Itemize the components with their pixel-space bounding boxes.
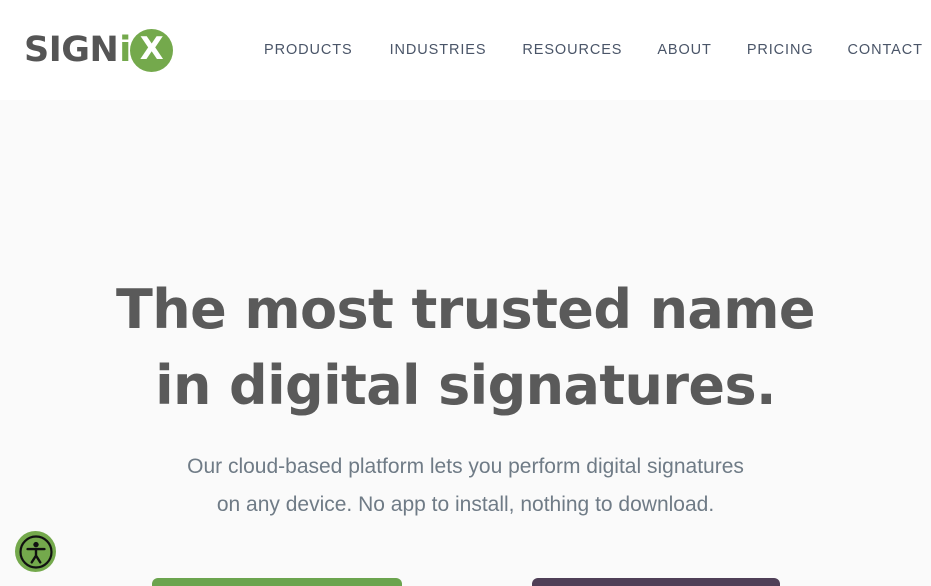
hero-subheadline: Our cloud-based platform lets you perfor… (0, 448, 931, 524)
hero-headline: The most trusted name in digital signatu… (0, 272, 931, 424)
hero-cta-row: Contact Sales Team Get Docs Notarized (0, 578, 931, 586)
hero-headline-line-1: The most trusted name (116, 278, 816, 341)
hero-headline-line-2: in digital signatures. (155, 354, 776, 417)
contact-sales-team-button[interactable]: Contact Sales Team (152, 578, 402, 586)
accessibility-widget-button[interactable] (15, 531, 56, 572)
logo-text-sign: SIGN (24, 29, 119, 70)
get-docs-notarized-button[interactable]: Get Docs Notarized (532, 578, 780, 586)
accessibility-person-icon (18, 534, 53, 569)
logo-text-x: X (139, 30, 164, 67)
primary-nav: PRODUCTS INDUSTRIES RESOURCES ABOUT PRIC… (264, 41, 923, 60)
nav-link-industries[interactable]: INDUSTRIES (390, 41, 487, 60)
nav-link-about[interactable]: ABOUT (657, 41, 711, 60)
brand-logo[interactable]: SIGN i X (24, 27, 174, 73)
hero-section: The most trusted name in digital signatu… (0, 100, 931, 586)
nav-link-resources[interactable]: RESOURCES (522, 41, 622, 60)
hero-subheadline-line-2: on any device. No app to install, nothin… (216, 493, 715, 516)
nav-link-contact[interactable]: CONTACT (848, 41, 923, 60)
hero-subheadline-line-1: Our cloud-based platform lets you perfor… (187, 455, 744, 478)
nav-link-products[interactable]: PRODUCTS (264, 41, 353, 60)
nav-link-pricing[interactable]: PRICING (747, 41, 814, 60)
page-root: SIGN i X PRODUCTS INDUSTRIES RESOURCES A… (0, 0, 931, 586)
logo-x-badge-icon: X (130, 28, 174, 72)
site-header: SIGN i X PRODUCTS INDUSTRIES RESOURCES A… (0, 0, 931, 100)
